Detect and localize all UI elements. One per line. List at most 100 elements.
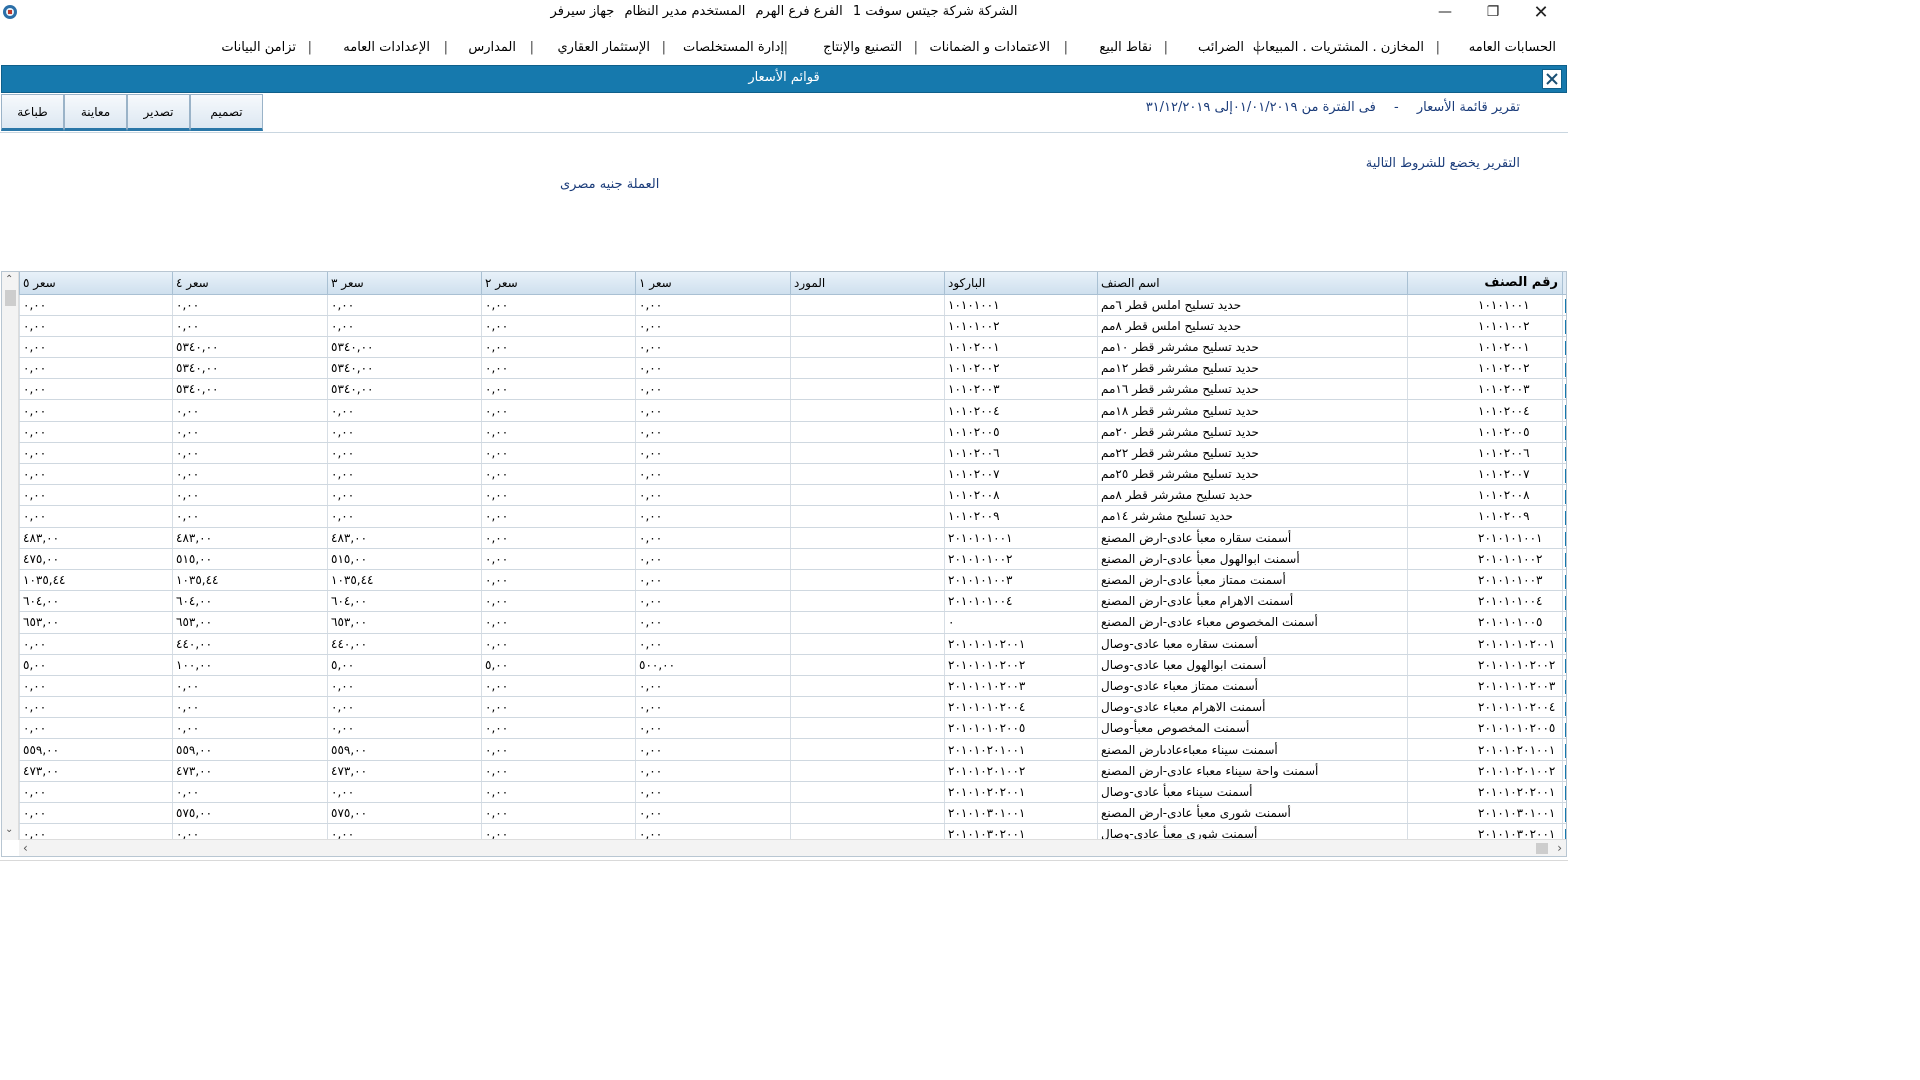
row-selector[interactable] — [1562, 336, 1566, 359]
cell-price-2[interactable]: ٠,٠٠ — [481, 823, 636, 839]
cell-price-2[interactable]: ٠,٠٠ — [481, 484, 636, 507]
cell-item-name[interactable]: حديد تسليح مشرشر قطر ٢٢مم — [1097, 442, 1408, 465]
cell-barcode[interactable]: ١٠١٠٢٠٠٣ — [944, 378, 1098, 401]
cell-price-3[interactable]: ٠,٠٠ — [327, 463, 482, 486]
cell-price-2[interactable]: ٠,٠٠ — [481, 421, 636, 443]
table-row[interactable]: ٢٠١٠١٠١٠٠٥ أسمنت المخصوص معباء عادى-ارض ا… — [19, 611, 1566, 634]
cell-barcode[interactable]: ٢٠١٠١٠١٠٠٣ — [944, 569, 1098, 592]
cell-item-number[interactable]: ١٠١٠٢٠٠٩ — [1407, 505, 1563, 528]
cell-price-2[interactable]: ٠,٠٠ — [481, 442, 636, 465]
cell-barcode[interactable]: ٢٠١٠١٠١٠٢٠٠٤ — [944, 696, 1098, 719]
cell-supplier[interactable] — [790, 336, 945, 359]
table-row[interactable]: ٢٠١٠١٠١٠٠٤ أسمنت الاهرام معبأ عادى-ارض ال… — [19, 590, 1566, 613]
cell-price-1[interactable]: ٠,٠٠ — [635, 399, 791, 422]
cell-price-5[interactable]: ٠,٠٠ — [19, 399, 173, 422]
cell-item-name[interactable]: أسمنت المخصوص معباء عادى-ارض المصنع — [1097, 611, 1408, 634]
table-row[interactable]: ٢٠١٠١٠١٠٢٠٠٤ أسمنت الاهرام معباء عادى-وصا… — [19, 696, 1566, 719]
cell-supplier[interactable] — [790, 590, 945, 613]
cell-item-number[interactable]: ٢٠١٠١٠١٠٠٤ — [1407, 590, 1563, 613]
col-price-5[interactable]: سعر ٥ — [19, 272, 173, 295]
cell-price-3[interactable]: ٥٥٩,٠٠ — [327, 738, 482, 761]
cell-price-3[interactable]: ٠,٠٠ — [327, 696, 482, 719]
cell-barcode[interactable]: ١٠١٠١٠٠٢ — [944, 315, 1098, 337]
cell-price-3[interactable]: ٠,٠٠ — [327, 505, 482, 528]
col-price-1[interactable]: سعر ١ — [635, 272, 791, 295]
cell-price-4[interactable]: ٠,٠٠ — [172, 675, 328, 698]
cell-price-5[interactable]: ٤٧٥,٠٠ — [19, 548, 173, 570]
cell-item-name[interactable]: حديد تسليح املس قطر ٨مم — [1097, 315, 1408, 337]
cell-price-4[interactable]: ٤٨٣,٠٠ — [172, 527, 328, 549]
cell-price-4[interactable]: ٠,٠٠ — [172, 399, 328, 422]
row-selector[interactable] — [1562, 484, 1566, 507]
cell-price-5[interactable]: ٠,٠٠ — [19, 823, 173, 839]
cell-barcode[interactable]: ١٠١٠٢٠٠٨ — [944, 484, 1098, 507]
row-selector[interactable] — [1562, 696, 1566, 719]
row-selector[interactable] — [1562, 527, 1566, 549]
cell-price-4[interactable]: ٥٣٤٠,٠٠ — [172, 357, 328, 380]
cell-item-name[interactable]: حديد تسليح مشرشر قطر ٢٥مم — [1097, 463, 1408, 486]
cell-supplier[interactable] — [790, 760, 945, 782]
cell-price-4[interactable]: ٦٥٣,٠٠ — [172, 611, 328, 634]
cell-supplier[interactable] — [790, 717, 945, 740]
cell-price-5[interactable]: ٦٥٣,٠٠ — [19, 611, 173, 634]
cell-price-3[interactable]: ٠,٠٠ — [327, 717, 482, 740]
cell-item-name[interactable]: أسمنت سيناء معبأ عادى-وصال — [1097, 781, 1408, 804]
cell-item-name[interactable]: حديد تسليح مشرشر قطر ١٢مم — [1097, 357, 1408, 380]
minimize-button[interactable]: — — [1422, 0, 1468, 24]
cell-price-3[interactable]: ٠,٠٠ — [327, 421, 482, 443]
cell-price-5[interactable]: ٠,٠٠ — [19, 315, 173, 337]
cell-price-1[interactable]: ٠,٠٠ — [635, 696, 791, 719]
cell-price-4[interactable]: ٥٣٤٠,٠٠ — [172, 336, 328, 359]
cell-item-number[interactable]: ٢٠١٠١٠١٠٠٣ — [1407, 569, 1563, 592]
cell-price-2[interactable]: ٠,٠٠ — [481, 633, 636, 655]
cell-price-1[interactable]: ٠,٠٠ — [635, 760, 791, 782]
cell-price-4[interactable]: ٠,٠٠ — [172, 315, 328, 337]
cell-price-5[interactable]: ٠,٠٠ — [19, 675, 173, 698]
cell-price-5[interactable]: ٠,٠٠ — [19, 505, 173, 528]
cell-price-2[interactable]: ٠,٠٠ — [481, 294, 636, 316]
cell-price-3[interactable]: ٠,٠٠ — [327, 442, 482, 465]
col-item-name[interactable]: اسم الصنف — [1097, 272, 1408, 295]
cell-price-3[interactable]: ٠,٠٠ — [327, 315, 482, 337]
cell-price-3[interactable]: ١٠٣٥,٤٤ — [327, 569, 482, 592]
row-selector[interactable] — [1562, 548, 1566, 570]
cell-supplier[interactable] — [790, 357, 945, 380]
menu-manufacturing[interactable]: التصنيع والإنتاج — [823, 40, 902, 55]
row-selector[interactable] — [1562, 569, 1566, 592]
cell-supplier[interactable] — [790, 315, 945, 337]
cell-price-2[interactable]: ٠,٠٠ — [481, 738, 636, 761]
cell-item-number[interactable]: ١٠١٠١٠٠١ — [1407, 294, 1563, 316]
row-selector[interactable] — [1562, 802, 1566, 825]
cell-price-3[interactable]: ٥,٠٠ — [327, 654, 482, 676]
row-selector[interactable] — [1562, 357, 1566, 380]
menu-general-accounts[interactable]: الحسابات العامه — [1469, 40, 1556, 55]
cell-barcode[interactable]: ١٠١٠١٠٠١ — [944, 294, 1098, 316]
cell-price-4[interactable]: ٤٤٠,٠٠ — [172, 633, 328, 655]
cell-barcode[interactable]: ٢٠١٠١٠٢٠١٠٠٢ — [944, 760, 1098, 782]
cell-item-name[interactable]: حديد تسليح مشرشر قطر ١٠مم — [1097, 336, 1408, 359]
cell-price-1[interactable]: ٠,٠٠ — [635, 611, 791, 634]
cell-item-name[interactable]: أسمنت شورى معبأ عادى-وصال — [1097, 823, 1408, 839]
menu-inventory[interactable]: المخازن . المشتريات . المبيعات — [1253, 40, 1424, 55]
cell-barcode[interactable]: ٢٠١٠١٠٢٠١٠٠١ — [944, 738, 1098, 761]
cell-price-1[interactable]: ٠,٠٠ — [635, 527, 791, 549]
cell-supplier[interactable] — [790, 505, 945, 528]
cell-supplier[interactable] — [790, 654, 945, 676]
horizontal-scrollbar[interactable]: ‹ › — [19, 839, 1566, 856]
cell-item-number[interactable]: ١٠١٠٢٠٠٤ — [1407, 399, 1563, 422]
cell-price-1[interactable]: ٠,٠٠ — [635, 569, 791, 592]
cell-price-3[interactable]: ٠,٠٠ — [327, 675, 482, 698]
menu-real-estate[interactable]: الإستثمار العقاري — [558, 40, 651, 55]
cell-price-2[interactable]: ٠,٠٠ — [481, 760, 636, 782]
design-button[interactable]: تصميم — [190, 94, 263, 131]
table-row[interactable]: ١٠١٠١٠٠٢ حديد تسليح املس قطر ٨مم ١٠١٠١٠٠٢ ٠… — [19, 315, 1566, 337]
cell-item-number[interactable]: ١٠١٠٢٠٠١ — [1407, 336, 1563, 359]
row-selector[interactable] — [1562, 442, 1566, 465]
cell-barcode[interactable]: ٢٠١٠١٠١٠٢٠٠٣ — [944, 675, 1098, 698]
table-row[interactable]: ١٠١٠٢٠٠١ حديد تسليح مشرشر قطر ١٠مم ١٠١٠٢٠٠… — [19, 336, 1566, 359]
cell-price-5[interactable]: ٠,٠٠ — [19, 378, 173, 401]
cell-price-1[interactable]: ٠,٠٠ — [635, 378, 791, 401]
cell-price-1[interactable]: ٥٠٠,٠٠ — [635, 654, 791, 676]
cell-item-number[interactable]: ٢٠١٠١٠٢٠١٠٠١ — [1407, 738, 1563, 761]
table-row[interactable]: ٢٠١٠١٠٢٠٢٠٠١ أسمنت سيناء معبأ عادى-وصال ٢٠… — [19, 781, 1566, 804]
